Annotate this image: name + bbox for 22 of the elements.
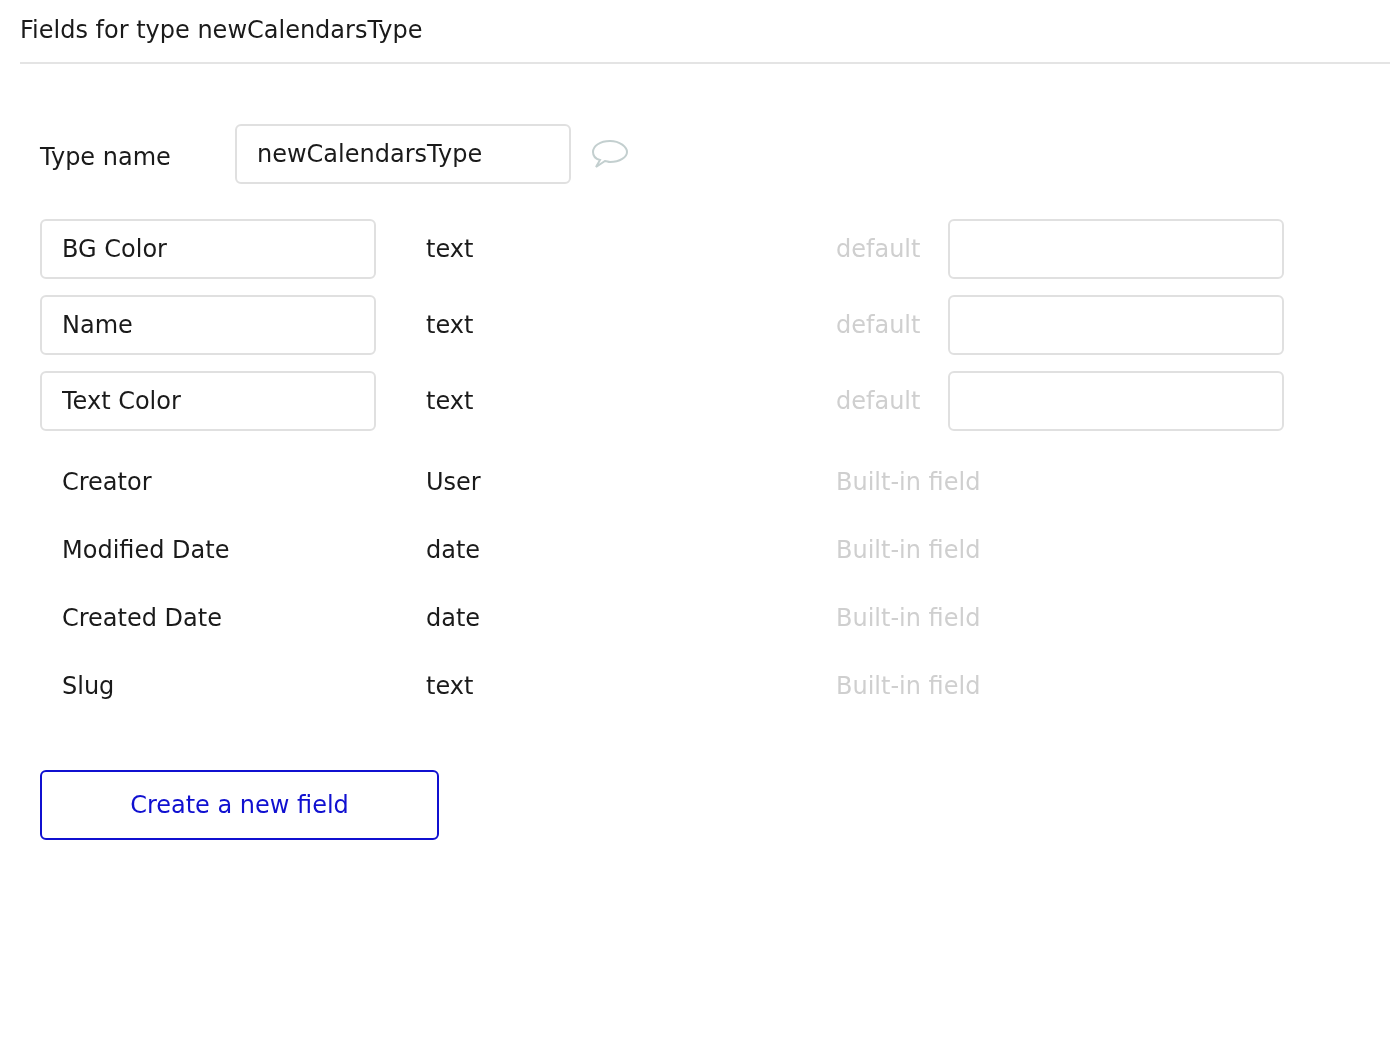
default-value-input[interactable] [948,295,1284,355]
field-name: Created Date [61,603,223,634]
field-name: Slug [61,671,116,702]
field-type: text [426,234,475,265]
field-type: date [426,603,482,634]
comment-icon[interactable] [591,138,629,170]
field-type: text [426,310,475,341]
default-value-input[interactable] [948,219,1284,279]
create-field-button[interactable]: Create a new field [40,770,439,840]
field-name: Creator [61,467,153,498]
field-type: text [426,671,475,702]
field-name-input[interactable]: Text Color [40,371,376,431]
field-name-input[interactable]: BG Color [40,219,376,279]
type-name-label: Type name [40,142,172,173]
field-type: User [426,467,482,498]
page-title: Fields for type newCalendarsType [20,15,423,46]
field-name-input[interactable]: Name [40,295,376,355]
default-value-input[interactable] [948,371,1284,431]
field-type: text [426,386,475,417]
field-type: date [426,535,482,566]
type-name-input[interactable]: newCalendarsType [235,124,571,184]
field-name: Modified Date [61,535,231,566]
